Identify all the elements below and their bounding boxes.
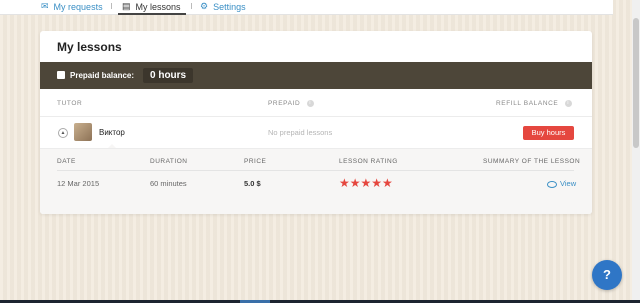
collapse-toggle-icon[interactable]: ▲: [58, 128, 68, 138]
refill-header-label: REFILL BALANCE: [496, 100, 559, 108]
summary-column-header: SUMMARY OF THE LESSON: [483, 158, 581, 165]
nav-my-lessons[interactable]: ▤ My lessons: [122, 0, 181, 13]
nav-settings-label: Settings: [213, 1, 246, 12]
wallet-icon: [57, 71, 65, 79]
prepaid-balance-value: 0 hours: [143, 68, 194, 83]
nav-my-lessons-label: My lessons: [135, 1, 181, 12]
date-column-header: DATE: [57, 158, 76, 165]
avatar: [74, 123, 92, 141]
nav-my-requests[interactable]: ✉ My requests: [41, 0, 103, 13]
envelope-icon: ✉: [41, 1, 49, 11]
page-scrollbar[interactable]: [632, 0, 640, 303]
prepaid-balance-bar: Prepaid balance: 0 hours: [40, 62, 592, 89]
view-summary-link[interactable]: View: [547, 179, 576, 188]
eye-icon: [547, 180, 557, 188]
lessons-table: DATE DURATION PRICE LESSON RATING SUMMAR…: [40, 148, 592, 214]
top-navigation: ✉ My requests ▤ My lessons ⚙ Settings: [0, 0, 613, 15]
nav-divider: [111, 3, 112, 9]
refill-column-header: REFILL BALANCE i: [496, 100, 572, 107]
duration-column-header: DURATION: [150, 158, 188, 165]
price-column-header: PRICE: [244, 158, 267, 165]
nav-my-requests-label: My requests: [53, 1, 103, 12]
book-icon: ▤: [122, 1, 131, 11]
header-divider: [57, 170, 574, 171]
prepaid-balance-label: Prepaid balance:: [70, 71, 135, 80]
info-icon[interactable]: i: [306, 100, 314, 107]
info-icon[interactable]: i: [564, 100, 572, 107]
chat-help-icon: ?: [603, 267, 611, 282]
tutor-row: ▲ Виктор No prepaid lessons Buy hours: [40, 116, 592, 149]
active-tab-indicator: [118, 13, 186, 15]
gear-icon: ⚙: [200, 1, 209, 11]
lesson-duration: 60 minutes: [150, 179, 187, 188]
buy-hours-button[interactable]: Buy hours: [523, 126, 574, 140]
view-label: View: [560, 179, 577, 188]
nav-settings[interactable]: ⚙ Settings: [200, 0, 246, 13]
prepaid-column-header: PREPAID i: [268, 100, 314, 107]
scrollbar-thumb[interactable]: [633, 18, 639, 148]
chat-help-button[interactable]: ?: [592, 260, 622, 290]
prepaid-header-label: PREPAID: [268, 100, 301, 108]
lesson-date: 12 Mar 2015: [57, 179, 100, 188]
nav-divider: [191, 3, 192, 9]
tutor-header-label: TUTOR: [57, 100, 83, 107]
page-title: My lessons: [57, 40, 122, 54]
prepaid-status: No prepaid lessons: [268, 128, 333, 137]
my-lessons-card: My lessons Prepaid balance: 0 hours TUTO…: [40, 31, 592, 214]
tutor-column-header: TUTOR: [57, 100, 82, 107]
lesson-price: 5.0 $: [244, 179, 261, 188]
lesson-rating-stars: ★★★★★: [339, 176, 393, 190]
rating-column-header: LESSON RATING: [339, 158, 398, 165]
tutor-name[interactable]: Виктор: [99, 128, 125, 137]
